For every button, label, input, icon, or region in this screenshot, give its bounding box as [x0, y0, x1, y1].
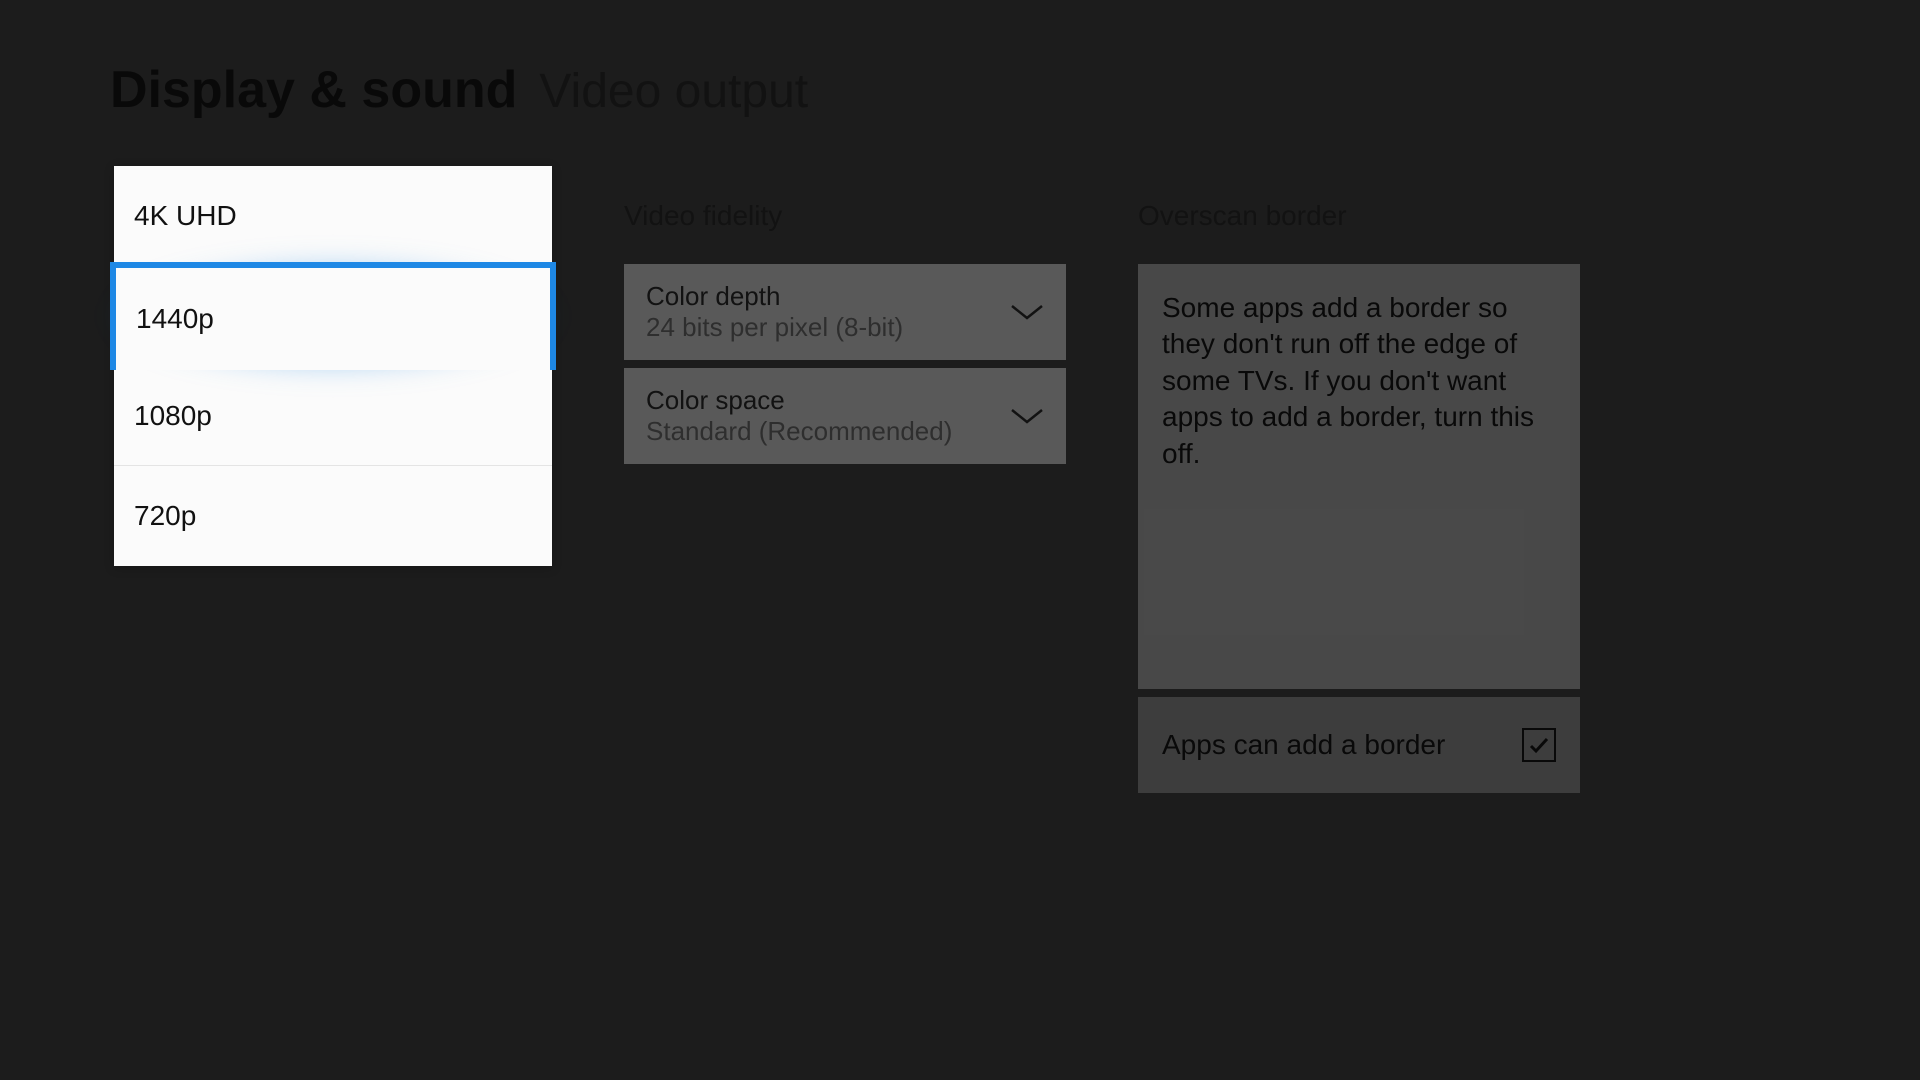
resolution-option-4k-uhd[interactable]: 4K UHD: [114, 166, 552, 266]
resolution-option-label: 4K UHD: [134, 200, 237, 232]
resolution-option-label: 720p: [134, 500, 196, 532]
resolution-option-label: 1440p: [136, 303, 214, 335]
resolution-option-720p[interactable]: 720p: [114, 466, 552, 566]
resolution-popup: 4K UHD 1440p 1080p 720p: [114, 166, 552, 566]
resolution-option-1080p[interactable]: 1080p: [114, 366, 552, 466]
resolution-option-1440p[interactable]: 1440p: [110, 262, 556, 370]
resolution-option-label: 1080p: [134, 400, 212, 432]
